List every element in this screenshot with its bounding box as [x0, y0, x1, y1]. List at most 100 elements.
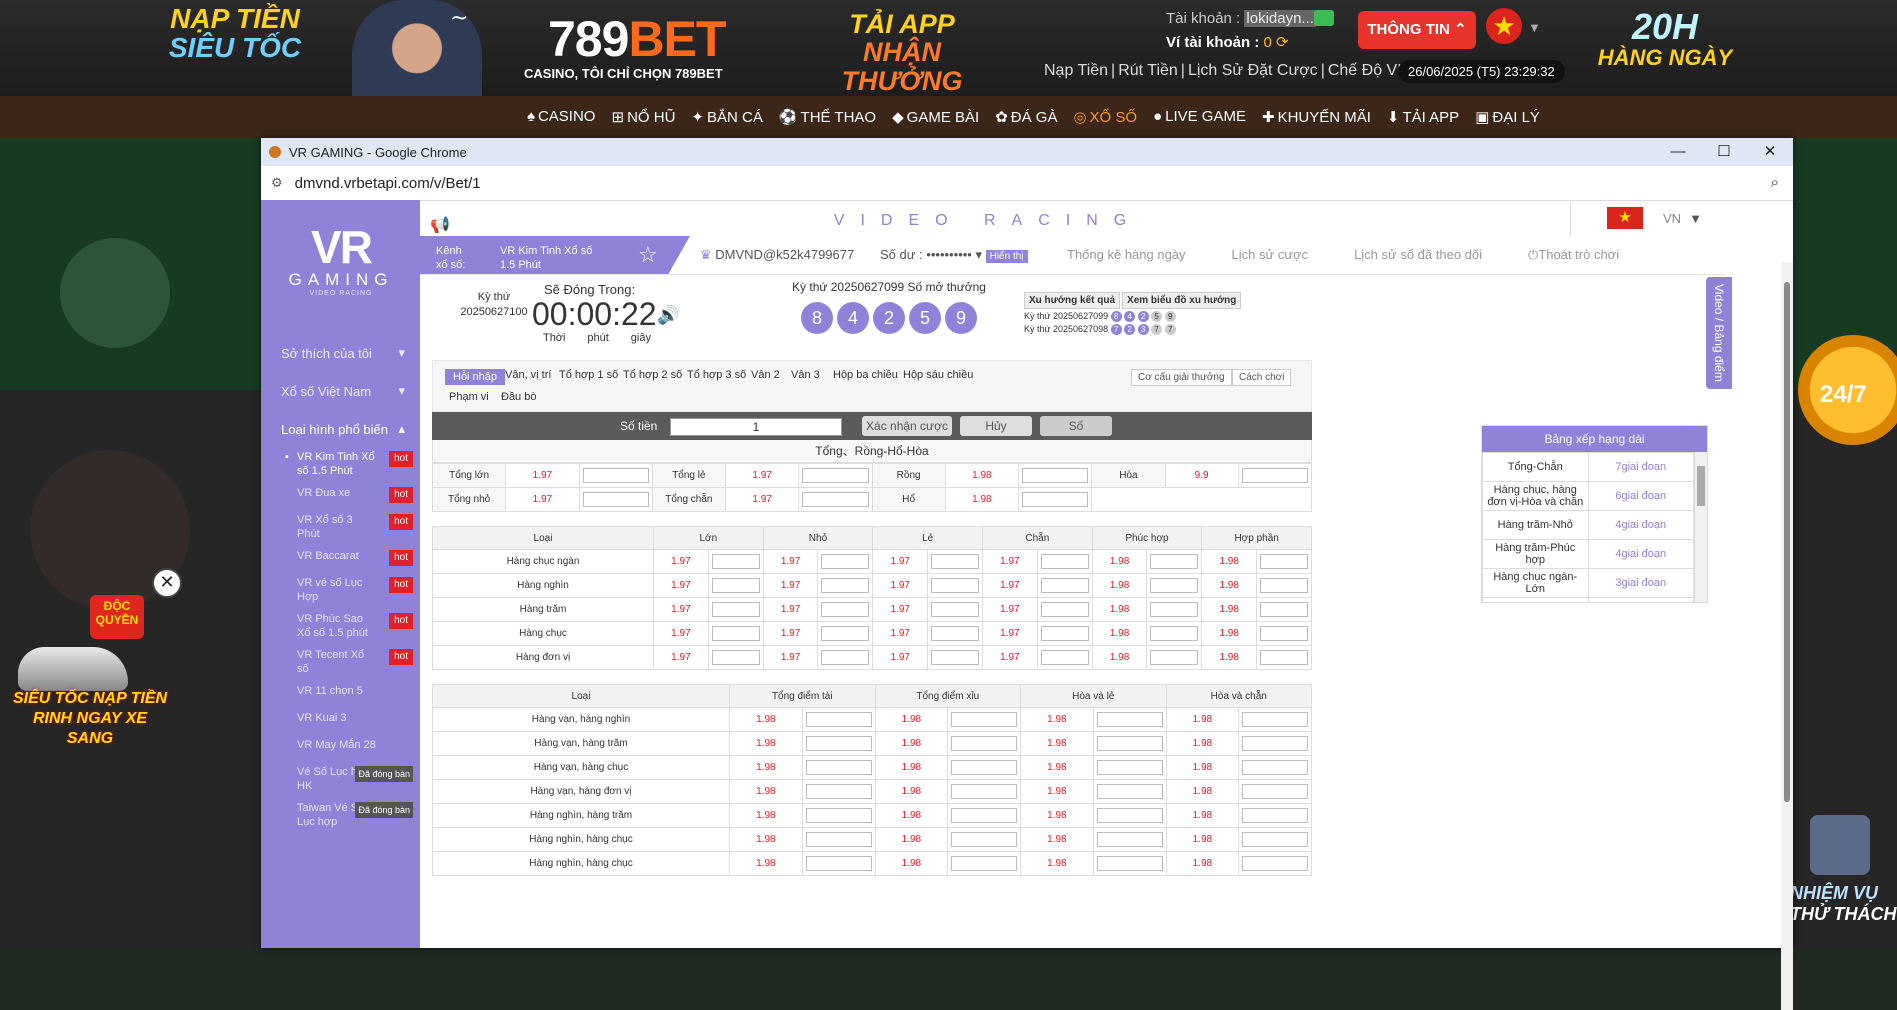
bet-amount-input[interactable] — [1260, 626, 1308, 641]
bet-amount-input[interactable] — [711, 554, 760, 569]
bet-amount-input[interactable] — [931, 578, 979, 593]
promo-tai-app-banner[interactable]: TẢI APP NHẬN THƯỞNG — [818, 10, 986, 95]
url-text[interactable]: dmvnd.vrbetapi.com/v/Bet/1 — [295, 175, 481, 192]
bet-amount-input[interactable] — [805, 760, 872, 775]
support-button[interactable]: 24/7 — [1798, 335, 1897, 445]
bet-amount-input[interactable] — [931, 626, 979, 641]
message-icon[interactable] — [1314, 10, 1334, 26]
section-vn-lottery[interactable]: Xổ số Việt Nam ▾ — [281, 372, 415, 410]
tab-7[interactable]: Hộp ba chiều — [833, 369, 898, 381]
sidebar-game-item[interactable]: VR May Mắn 28 — [281, 736, 415, 763]
section-popular[interactable]: Loại hình phổ biến ▴ — [281, 410, 415, 448]
bet-amount-input[interactable] — [1260, 650, 1308, 665]
sidebar-game-item[interactable]: VR vé số Lục Hợp hot — [281, 574, 415, 610]
promo-20h-banner[interactable]: 20H HÀNG NGÀY — [1590, 8, 1740, 69]
bet-amount-input[interactable] — [1096, 712, 1163, 727]
nav-item-6[interactable]: ◎ XỔ SỐ — [1073, 108, 1137, 126]
bet-amount-input[interactable] — [1096, 832, 1163, 847]
tab-10[interactable]: Đầu bò — [501, 391, 536, 403]
bet-amount-input[interactable] — [1260, 602, 1308, 617]
chevron-down-icon[interactable]: ▼ — [1528, 20, 1541, 35]
link-exit-game[interactable]: ⏻Thoát trò chơi — [1528, 247, 1665, 263]
language-selector[interactable]: ★ VN ▼ — [1570, 200, 1725, 236]
section-favorites[interactable]: Sở thích của tôi ▾ — [281, 334, 415, 372]
bet-amount-input[interactable] — [1242, 832, 1308, 847]
bet-amount-input[interactable] — [821, 602, 870, 617]
bet-amount-input[interactable] — [1150, 602, 1199, 617]
link-daily-stats[interactable]: Thống kê hàng ngày — [1067, 247, 1186, 263]
bet-amount-input[interactable] — [802, 468, 869, 483]
bet-amount-input[interactable] — [1150, 578, 1199, 593]
nav-item-8[interactable]: ✚ KHUYẾN MÃI — [1262, 108, 1371, 126]
bet-amount-input[interactable] — [1150, 554, 1199, 569]
nav-item-10[interactable]: ▣ ĐẠI LÝ — [1475, 108, 1540, 126]
how-to-play-button[interactable]: Cách chơi — [1232, 369, 1292, 386]
bet-amount-input[interactable] — [805, 784, 872, 799]
bet-amount-input[interactable] — [805, 712, 872, 727]
nav-item-2[interactable]: ✦ BẮN CÁ — [691, 108, 762, 126]
prize-structure-button[interactable]: Cơ cấu giải thưởng — [1131, 369, 1232, 386]
nav-item-1[interactable]: ⊞ NỔ HŨ — [611, 108, 675, 126]
sidebar-game-item[interactable]: VR Phúc Sao Xổ số 1.5 phút hot — [281, 610, 415, 646]
tab-6[interactable]: Vân 3 — [791, 369, 820, 381]
amount-input[interactable]: 1 — [670, 418, 842, 436]
bet-amount-input[interactable] — [951, 712, 1017, 727]
bet-amount-input[interactable] — [711, 602, 760, 617]
sidebar-game-item[interactable]: VR Kim Tinh Xổ số 1.5 Phút hot — [281, 448, 415, 484]
sidebar-game-item[interactable]: VR Đua xe hot — [281, 484, 415, 511]
favorite-star-icon[interactable]: ☆ — [638, 242, 658, 268]
nav-item-7[interactable]: ● LIVE GAME — [1153, 108, 1246, 126]
info-button[interactable]: THÔNG TIN ⌃ — [1358, 11, 1476, 49]
refresh-icon[interactable]: ⟳ — [1276, 34, 1289, 51]
show-balance-button[interactable]: Hiển thị — [985, 250, 1028, 263]
promo-nap-tien-banner[interactable]: NẠP TIỀN SIÊU TỐC — [160, 4, 310, 63]
vietnam-flag-icon[interactable]: ★ — [1486, 8, 1522, 44]
ranking-scroll-thumb[interactable] — [1697, 466, 1705, 506]
tab-0[interactable]: Hỗi nhập — [445, 369, 506, 385]
tab-8[interactable]: Hộp sáu chiều — [903, 369, 973, 381]
nav-item-3[interactable]: ⚽ THỂ THAO — [779, 108, 876, 126]
bet-amount-input[interactable] — [1242, 760, 1308, 775]
tab-2[interactable]: Tổ hợp 1 số — [559, 369, 618, 381]
tab-5[interactable]: Vân 2 — [751, 369, 780, 381]
sidebar-game-item[interactable]: VR Kuai 3 — [281, 709, 415, 736]
bet-amount-input[interactable] — [1096, 760, 1163, 775]
mission-button[interactable]: NHIỆM VỤ THỬ THÁCH — [1790, 815, 1897, 945]
bet-amount-input[interactable] — [821, 626, 870, 641]
bet-amount-input[interactable] — [1096, 808, 1163, 823]
bet-amount-input[interactable] — [1242, 736, 1308, 751]
bet-amount-input[interactable] — [931, 602, 979, 617]
bet-amount-input[interactable] — [1242, 856, 1308, 871]
bet-amount-input[interactable] — [711, 626, 760, 641]
site-info-icon[interactable]: ⚙ — [271, 175, 283, 191]
minimize-icon[interactable]: — — [1655, 138, 1701, 166]
bet-amount-input[interactable] — [805, 808, 872, 823]
scroll-thumb[interactable] — [1784, 282, 1790, 802]
bet-amount-input[interactable] — [931, 554, 979, 569]
bet-amount-input[interactable] — [931, 650, 979, 665]
vr-logo[interactable]: VR GAMING VIDEO RACING — [279, 224, 403, 297]
bet-amount-input[interactable] — [805, 736, 872, 751]
bet-amount-input[interactable] — [951, 760, 1017, 775]
nav-item-0[interactable]: ♠ CASINO — [527, 108, 595, 126]
tab-3[interactable]: Tổ hợp 2 số — [623, 369, 682, 381]
bet-amount-input[interactable] — [1260, 554, 1308, 569]
bet-amount-input[interactable] — [821, 578, 870, 593]
link-nap-tien[interactable]: Nạp Tiền — [1041, 62, 1111, 79]
bet-amount-input[interactable] — [1040, 626, 1089, 641]
bet-amount-input[interactable] — [1150, 626, 1199, 641]
address-bar[interactable]: ⚙ dmvnd.vrbetapi.com/v/Bet/1 ⌕ — [261, 166, 1793, 201]
nav-item-5[interactable]: ✿ ĐÁ GÀ — [995, 108, 1057, 126]
maximize-icon[interactable]: ☐ — [1701, 138, 1747, 166]
bet-amount-input[interactable] — [1022, 492, 1089, 507]
bet-amount-input[interactable] — [951, 808, 1017, 823]
bet-amount-input[interactable] — [1040, 650, 1089, 665]
tab-4[interactable]: Tổ hợp 3 số — [687, 369, 746, 381]
video-scoreboard-tab[interactable]: Video / Bảng điểm — [1706, 277, 1732, 389]
number-button[interactable]: Số — [1040, 416, 1112, 436]
bet-amount-input[interactable] — [805, 856, 872, 871]
link-bet-history[interactable]: Lịch sử cược — [1232, 247, 1309, 263]
bet-amount-input[interactable] — [1096, 784, 1163, 799]
tab-9[interactable]: Phạm vi — [449, 391, 489, 403]
link-rut-tien[interactable]: Rút Tiền — [1115, 62, 1181, 79]
